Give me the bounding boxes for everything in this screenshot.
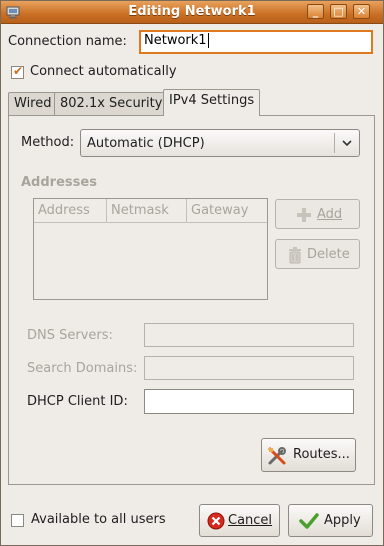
minimize-button[interactable]: _	[307, 4, 324, 19]
maximize-icon: □	[333, 5, 344, 18]
tab-ipv4-settings-label: IPv4 Settings	[169, 93, 255, 108]
chevron-down-icon	[342, 140, 352, 147]
dns-servers-label: DNS Servers:	[27, 328, 113, 343]
delete-address-button[interactable]: Delete	[275, 239, 360, 269]
delete-button-label: Delete	[307, 247, 350, 262]
search-domains-label: Search Domains:	[27, 361, 138, 376]
dhcp-client-id-label: DHCP Client ID:	[27, 394, 128, 409]
tab-ipv4-settings[interactable]: IPv4 Settings	[163, 89, 261, 116]
title-bar[interactable]: Editing Network1 _ □ ✕	[1, 1, 383, 24]
routes-button[interactable]: Routes...	[261, 438, 356, 472]
addresses-heading: Addresses	[21, 175, 97, 190]
combo-separator	[334, 133, 335, 153]
search-domains-input[interactable]	[144, 356, 354, 380]
close-icon: ✕	[356, 5, 367, 18]
apply-button-label: Apply	[324, 513, 361, 528]
checkmark-icon	[299, 513, 319, 529]
column-address[interactable]: Address	[34, 199, 107, 223]
connect-automatically-label[interactable]: Connect automatically	[30, 64, 177, 79]
connection-name-label: Connection name:	[8, 34, 127, 49]
apply-button[interactable]: Apply	[288, 504, 373, 537]
dns-servers-input[interactable]	[144, 323, 354, 347]
connect-automatically-checkbox[interactable]: ✔	[11, 64, 24, 79]
connection-name-value: Network1	[144, 33, 207, 48]
available-to-all-users-checkbox[interactable]	[11, 514, 24, 527]
minimize-icon: _	[312, 5, 319, 18]
add-address-button[interactable]: Add	[275, 199, 360, 229]
tab-wired[interactable]: Wired	[8, 92, 58, 116]
ipv4-settings-panel	[8, 115, 375, 485]
cancel-icon	[207, 512, 225, 530]
method-selected-value: Automatic (DHCP)	[87, 136, 205, 151]
edit-connection-dialog: Editing Network1 _ □ ✕ Connection name: …	[0, 0, 384, 546]
cancel-button[interactable]: Cancel	[199, 504, 280, 537]
method-select[interactable]: Automatic (DHCP)	[80, 129, 360, 157]
routes-button-label: Routes...	[293, 447, 350, 462]
method-label: Method:	[21, 135, 75, 150]
plus-icon	[297, 208, 311, 222]
column-gateway[interactable]: Gateway	[187, 199, 267, 223]
add-button-label: Add	[317, 207, 343, 222]
available-to-all-users-label[interactable]: Available to all users	[31, 512, 166, 527]
close-button[interactable]: ✕	[353, 4, 370, 19]
connection-name-input[interactable]: Network1	[139, 30, 373, 54]
window-title: Editing Network1	[128, 4, 256, 19]
tools-icon	[268, 447, 286, 465]
tab-8021x-security-label: 802.1x Security	[60, 96, 163, 111]
addresses-table: Address Netmask Gateway	[33, 198, 268, 300]
tab-wired-label: Wired	[14, 96, 52, 111]
trash-icon	[289, 247, 301, 264]
column-netmask[interactable]: Netmask	[107, 199, 187, 223]
checkmark-icon: ✔	[13, 64, 24, 78]
tab-8021x-security[interactable]: 802.1x Security	[54, 92, 169, 116]
cancel-button-label: Cancel	[228, 513, 273, 528]
maximize-button[interactable]: □	[330, 4, 347, 19]
dhcp-client-id-input[interactable]	[144, 389, 354, 414]
